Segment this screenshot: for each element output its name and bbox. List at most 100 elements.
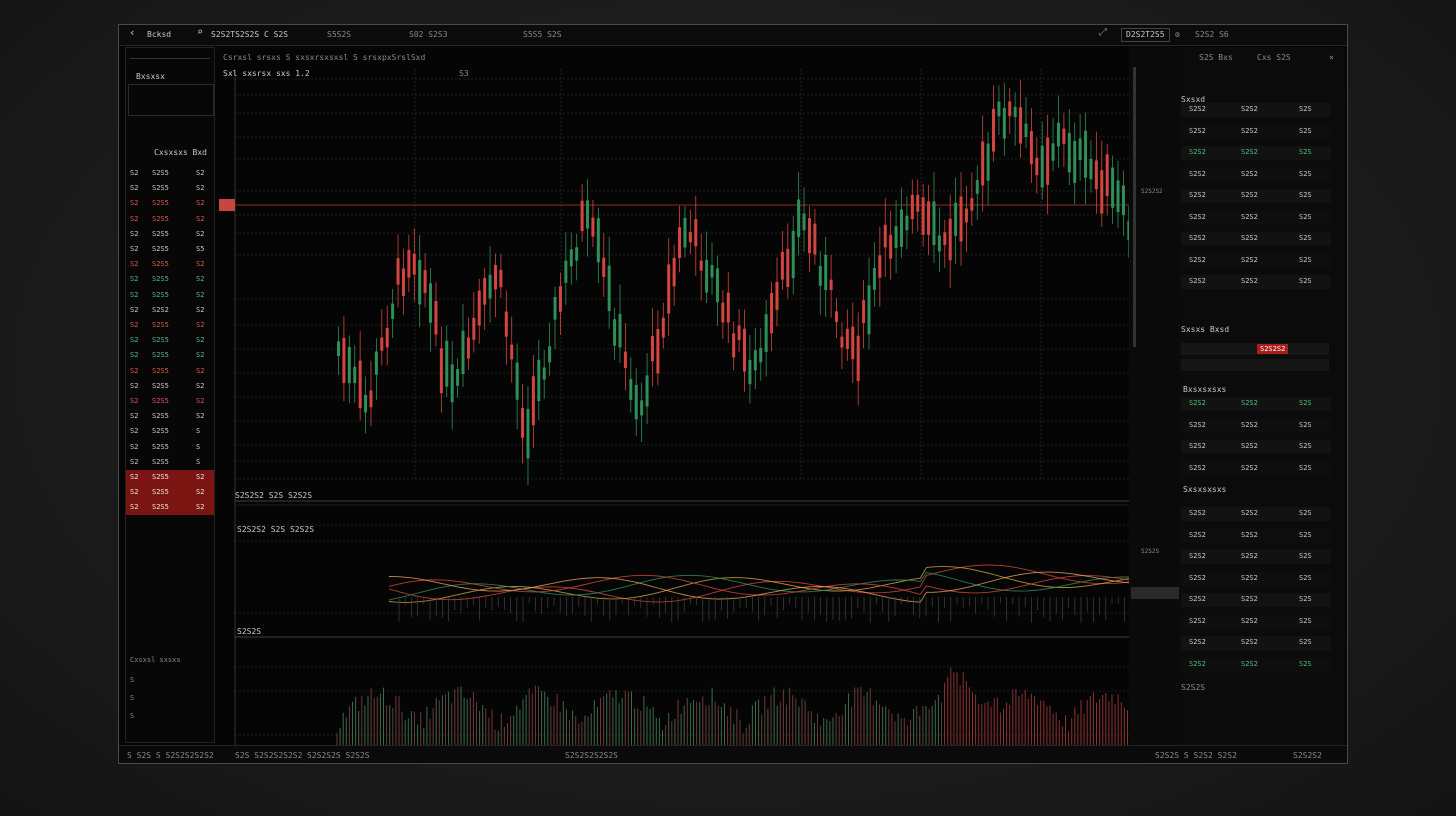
order-cell: S2S — [1299, 105, 1312, 113]
order-row[interactable]: S2S2 S2S2 S2S — [1181, 657, 1331, 672]
watchlist-row[interactable]: S2 S2S5 S2 — [126, 470, 214, 485]
order-row[interactable]: S2S2 S2S2 S2S — [1181, 507, 1331, 521]
scrollbar[interactable] — [1133, 67, 1136, 347]
order-row[interactable]: S2S2 S2S2 S2S — [1181, 275, 1331, 289]
status-item[interactable]: S2S2S2S S2S2S — [307, 751, 370, 760]
order-row[interactable]: S2S2 S2S2 S2S — [1181, 418, 1331, 433]
candle-body — [986, 143, 990, 181]
order-row[interactable]: S2S2 S2S2 S2S — [1181, 103, 1331, 117]
order-panel-tab[interactable]: S2S Bxs — [1199, 53, 1233, 63]
symbol-label[interactable]: S2S2TS2S2S C S2S — [211, 30, 288, 40]
search-icon[interactable]: ⌕ — [197, 28, 203, 38]
order-row[interactable]: S2S2 S2S2 S2S — [1181, 461, 1331, 476]
watchlist-cell: S2 — [196, 290, 205, 299]
status-item[interactable]: S2S2S2 — [1293, 751, 1322, 760]
order-cell: S2S2 — [1189, 420, 1206, 429]
watchlist-row[interactable]: S2 S2S5 S2 — [126, 272, 214, 287]
candle-body — [602, 257, 606, 277]
watchlist-cell: S2S5 — [152, 290, 169, 299]
status-item[interactable]: S2S S2S2S2S2S2 — [235, 751, 302, 760]
order-row[interactable]: S2S2 S2S2 S2S — [1181, 440, 1331, 454]
order-row[interactable]: S2S2 S2S2 S2S — [1181, 146, 1331, 160]
watchlist-row[interactable]: S2 S2S5 S2 — [126, 288, 214, 303]
candle-body — [678, 227, 682, 259]
watchlist-footer: S — [130, 712, 135, 720]
sell-button[interactable]: S2S2S2 — [1257, 344, 1289, 354]
watchlist-cell: S — [196, 457, 201, 466]
watchlist-row[interactable]: S2 S2S5 S2 — [126, 196, 214, 211]
watchlist-row[interactable]: S2 S2S5 S2 — [126, 379, 214, 394]
order-cell: S2S — [1299, 126, 1312, 135]
order-row[interactable]: S2S2 S2S2 S2S — [1181, 253, 1331, 268]
status-item[interactable]: S2S2S S S2S2 S2S2 — [1155, 751, 1237, 760]
watchlist-row[interactable]: S2 S2S5 S5 — [126, 242, 214, 257]
watchlist-row[interactable]: S2 S2S5 S2 — [126, 409, 214, 424]
order-row[interactable]: S2S2 S2S2 S2S — [1181, 614, 1331, 629]
watchlist-cell: S2 — [130, 214, 139, 223]
layout-button[interactable]: D2S2T2S5 — [1121, 28, 1170, 42]
order-input-row[interactable] — [1181, 359, 1329, 371]
watchlist-row[interactable]: S2 S2S5 S2 — [126, 227, 214, 242]
watchlist-tab[interactable] — [130, 50, 210, 59]
watchlist-row[interactable]: S2 S2S5 S — [126, 424, 214, 439]
order-row[interactable]: S2S2 S2S2 S2S — [1181, 550, 1331, 564]
watchlist-filter-box[interactable] — [128, 84, 214, 116]
candle-body — [797, 199, 801, 238]
price-chart[interactable]: S2S5S2S2S5S2S2S2S5S2S2S5S2S2S2S2S2S2S2S2… — [219, 49, 1129, 745]
watchlist-row[interactable]: S2 S2S5 S — [126, 440, 214, 455]
back-icon[interactable]: ‹ — [129, 27, 136, 38]
watchlist-cell: S2 — [130, 397, 139, 405]
candle-body — [889, 234, 893, 259]
order-row[interactable]: S2S2 S2S2 S2S — [1181, 124, 1331, 139]
toolbar-item[interactable]: S5S5 S2S — [523, 30, 562, 40]
candle-body — [385, 327, 389, 348]
status-item[interactable]: S S2S S S2S2S2S2S2 — [127, 751, 214, 760]
order-row[interactable]: S2S2 S2S2 S2S — [1181, 232, 1331, 246]
watchlist-row[interactable]: S2 S2S5 S2 — [126, 333, 214, 348]
order-cell: S2S2 — [1189, 442, 1206, 450]
order-row[interactable]: S2S2 S2S2 S2S — [1181, 636, 1331, 650]
close-icon[interactable]: × — [1329, 53, 1334, 63]
candle-body — [770, 292, 774, 334]
scale-handle[interactable] — [1131, 587, 1179, 599]
order-cell: S2S2 — [1189, 126, 1206, 135]
watchlist-cell: S2 — [130, 473, 139, 481]
watchlist-row[interactable]: S2 S2S2 S2 — [126, 303, 214, 318]
watchlist-row[interactable]: S2 S2S5 S — [126, 455, 214, 470]
status-item[interactable]: S2S2S2S2S2S — [565, 751, 618, 760]
watchlist-row[interactable]: S2 S2S5 S2 — [126, 394, 214, 409]
order-row[interactable]: S2S2 S2S2 S2S — [1181, 397, 1331, 411]
candle-body — [791, 230, 795, 279]
expand-icon[interactable]: ⤢ — [1099, 28, 1107, 38]
order-row[interactable]: S2S2 S2S2 S2S — [1181, 210, 1331, 225]
toolbar-item[interactable]: S02 S2S3 — [409, 30, 448, 40]
order-row[interactable]: S2S2 S2S2 S2S — [1181, 167, 1331, 182]
candle-body — [623, 351, 627, 368]
order-input-row[interactable]: S2S2S2 — [1181, 343, 1329, 355]
watchlist-row[interactable]: S2 S2S5 S2 — [126, 212, 214, 227]
candle-body — [824, 254, 828, 291]
watchlist-row[interactable]: S2 S2S5 S2 — [126, 348, 214, 363]
tab-label[interactable]: Bcksd — [147, 30, 171, 40]
section-title: Sxsxsxsxs — [1183, 485, 1227, 494]
watchlist-row[interactable]: S2 S2S5 S2 — [126, 318, 214, 333]
order-row[interactable]: S2S2 S2S2 S2S — [1181, 593, 1331, 607]
candle-body — [510, 344, 514, 360]
toolbar-item[interactable]: S2S2 S6 — [1195, 30, 1229, 40]
watchlist-row[interactable]: S2 S2S5 S2 — [126, 181, 214, 196]
settings-icon[interactable]: ⚙ — [1175, 30, 1180, 40]
watchlist-row[interactable]: S2 S2S5 S2 — [126, 257, 214, 272]
watchlist-cell: S2 — [130, 229, 139, 238]
order-row[interactable]: S2S2 S2S2 S2S — [1181, 571, 1331, 586]
watchlist-row[interactable]: S2 S2S5 S2 — [126, 485, 214, 501]
watchlist-row[interactable]: S2 S2S5 S2 — [126, 364, 214, 379]
candle-body — [396, 258, 400, 285]
order-row[interactable]: S2S2 S2S2 S2S — [1181, 189, 1331, 203]
watchlist-cell: S2 — [130, 427, 139, 436]
toolbar-item[interactable]: S5S2S — [327, 30, 351, 40]
watchlist-row[interactable]: S2 S2S5 S2 — [126, 500, 214, 516]
candle-body — [856, 335, 860, 382]
order-cell: S2S2 — [1241, 212, 1258, 221]
order-row[interactable]: S2S2 S2S2 S2S — [1181, 528, 1331, 543]
watchlist-row[interactable]: S2 S2S5 S2 — [126, 166, 214, 181]
